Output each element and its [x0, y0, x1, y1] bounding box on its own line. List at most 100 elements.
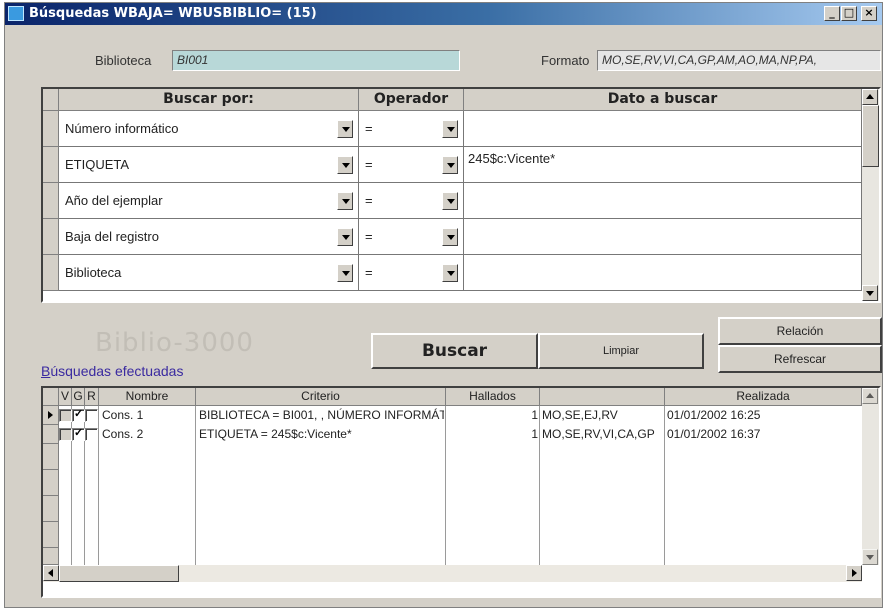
- row-indicator[interactable]: [43, 496, 59, 522]
- header-r[interactable]: R: [85, 388, 99, 406]
- relacion-button[interactable]: Relación: [718, 317, 882, 345]
- field-combo[interactable]: Baja del registro: [59, 219, 359, 255]
- buscar-button-label: Buscar: [421, 341, 488, 361]
- header-g[interactable]: G: [72, 388, 85, 406]
- scroll-down-icon[interactable]: [862, 549, 878, 565]
- field-combo[interactable]: Año del ejemplar: [59, 183, 359, 219]
- result-hallados[interactable]: 1: [448, 425, 538, 444]
- operator-combo-text: =: [365, 229, 373, 244]
- operator-combo[interactable]: =: [359, 147, 464, 183]
- search-criteria-grid: Buscar por: Operador Dato a buscar Númer…: [41, 87, 881, 303]
- field-combo-text: ETIQUETA: [65, 157, 130, 172]
- results-vertical-scrollbar[interactable]: [862, 388, 879, 565]
- value-cell[interactable]: 245$c:Vicente*: [464, 147, 862, 183]
- value-cell[interactable]: [464, 111, 862, 147]
- close-button[interactable]: ×: [861, 6, 877, 21]
- v-checkbox[interactable]: [59, 409, 72, 422]
- column-divider: [98, 406, 99, 565]
- scroll-down-icon[interactable]: [862, 285, 878, 301]
- dropdown-arrow-icon[interactable]: [442, 156, 458, 174]
- operator-combo[interactable]: =: [359, 183, 464, 219]
- field-combo[interactable]: ETIQUETA: [59, 147, 359, 183]
- header-buscar-por: Buscar por:: [59, 89, 359, 111]
- scroll-thumb[interactable]: [862, 105, 879, 167]
- search-window: Búsquedas WBAJA= WBUSBIBLIO= (15) _ □ × …: [4, 2, 883, 608]
- watermark-logo: Biblio-3000: [95, 328, 254, 358]
- v-checkbox[interactable]: [59, 428, 72, 441]
- relacion-button-label: Relación: [776, 324, 824, 338]
- dropdown-arrow-icon[interactable]: [442, 264, 458, 282]
- title-bar[interactable]: Búsquedas WBAJA= WBUSBIBLIO= (15) _ □ ×: [5, 3, 882, 25]
- dropdown-arrow-icon[interactable]: [337, 192, 353, 210]
- column-divider: [539, 406, 540, 565]
- field-combo[interactable]: Biblioteca: [59, 255, 359, 291]
- refrescar-button[interactable]: Refrescar: [718, 345, 882, 373]
- row-indicator[interactable]: [43, 548, 59, 565]
- r-checkbox[interactable]: [85, 428, 98, 441]
- header-realizada[interactable]: Realizada: [665, 388, 862, 406]
- value-cell[interactable]: [464, 183, 862, 219]
- dropdown-arrow-icon[interactable]: [442, 120, 458, 138]
- row-indicator[interactable]: [43, 111, 59, 147]
- dropdown-arrow-icon[interactable]: [337, 264, 353, 282]
- field-combo[interactable]: Número informático: [59, 111, 359, 147]
- g-checkbox[interactable]: [72, 407, 85, 422]
- field-combo-text: Número informático: [65, 121, 179, 136]
- result-nombre[interactable]: Cons. 1: [102, 406, 194, 425]
- result-realizada[interactable]: 01/01/2002 16:37: [667, 425, 827, 444]
- app-icon: [8, 6, 24, 21]
- biblioteca-field[interactable]: BI001: [172, 50, 460, 71]
- current-row-indicator[interactable]: [43, 406, 59, 425]
- limpiar-button[interactable]: Limpiar: [538, 333, 704, 369]
- result-criterio[interactable]: BIBLIOTECA = BI001, , NÚMERO INFORMÁTICO: [199, 406, 444, 425]
- results-title: Búsquedas efectuadas: [41, 363, 184, 379]
- formato-label: Formato: [541, 53, 590, 68]
- row-indicator[interactable]: [43, 522, 59, 548]
- r-checkbox[interactable]: [85, 409, 98, 422]
- formato-field[interactable]: MO,SE,RV,VI,CA,GP,AM,AO,MA,NP,PA,: [597, 50, 881, 71]
- scroll-left-icon[interactable]: [43, 565, 59, 581]
- g-checkbox[interactable]: [72, 426, 85, 441]
- result-nombre[interactable]: Cons. 2: [102, 425, 194, 444]
- buscar-button[interactable]: Buscar: [371, 333, 538, 369]
- dropdown-arrow-icon[interactable]: [337, 228, 353, 246]
- dropdown-arrow-icon[interactable]: [442, 228, 458, 246]
- dropdown-arrow-icon[interactable]: [442, 192, 458, 210]
- operator-combo[interactable]: =: [359, 111, 464, 147]
- row-indicator[interactable]: [43, 183, 59, 219]
- scroll-right-icon[interactable]: [846, 565, 862, 581]
- h-scroll-thumb[interactable]: [59, 565, 179, 582]
- results-horizontal-scrollbar[interactable]: [43, 565, 862, 582]
- row-indicator[interactable]: [43, 147, 59, 183]
- criteria-vertical-scrollbar[interactable]: [862, 89, 879, 301]
- row-indicator[interactable]: [43, 255, 59, 291]
- result-formato[interactable]: MO,SE,RV,VI,CA,GP: [542, 425, 663, 444]
- column-divider: [664, 406, 665, 565]
- maximize-button[interactable]: □: [841, 6, 857, 21]
- row-indicator[interactable]: [43, 219, 59, 255]
- operator-combo[interactable]: =: [359, 255, 464, 291]
- scroll-up-icon[interactable]: [862, 388, 878, 404]
- header-criterio[interactable]: Criterio: [196, 388, 446, 406]
- operator-combo[interactable]: =: [359, 219, 464, 255]
- result-criterio[interactable]: ETIQUETA = 245$c:Vicente*: [199, 425, 444, 444]
- limpiar-button-label: Limpiar: [602, 345, 640, 357]
- header-hallados[interactable]: Hallados: [446, 388, 540, 406]
- scroll-up-icon[interactable]: [862, 89, 878, 105]
- dropdown-arrow-icon[interactable]: [337, 156, 353, 174]
- value-cell[interactable]: [464, 219, 862, 255]
- minimize-button[interactable]: _: [824, 6, 840, 21]
- row-indicator[interactable]: [43, 470, 59, 496]
- result-hallados[interactable]: 1: [448, 406, 538, 425]
- refrescar-button-label: Refrescar: [773, 352, 826, 366]
- value-cell[interactable]: [464, 255, 862, 291]
- dropdown-arrow-icon[interactable]: [337, 120, 353, 138]
- header-nombre[interactable]: Nombre: [99, 388, 196, 406]
- header-v[interactable]: V: [59, 388, 72, 406]
- result-formato[interactable]: MO,SE,EJ,RV: [542, 406, 663, 425]
- row-indicator[interactable]: [43, 444, 59, 470]
- result-realizada[interactable]: 01/01/2002 16:25: [667, 406, 827, 425]
- row-indicator[interactable]: [43, 425, 59, 444]
- field-combo-text: Biblioteca: [65, 265, 122, 280]
- header-formato[interactable]: [540, 388, 665, 406]
